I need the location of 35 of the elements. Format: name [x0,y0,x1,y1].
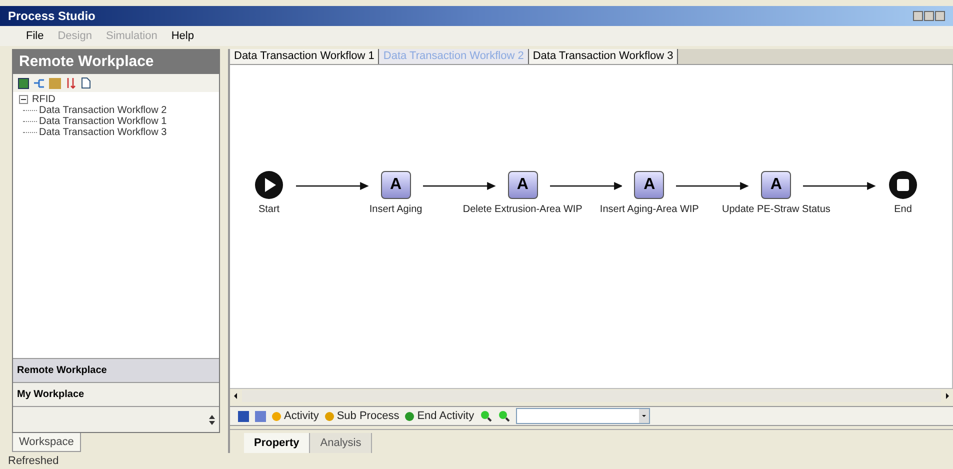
document-tab[interactable]: Data Transaction Workflow 3 [528,49,678,64]
node-label: Delete Extrusion-Area WIP [462,203,582,217]
tree-item[interactable]: RFID [32,94,56,105]
activity-node: A [761,171,792,199]
connect-icon[interactable] [33,78,45,88]
node-label: Insert Aging-Area WIP [600,203,699,217]
overflow-icon[interactable] [209,414,215,424]
toolbar-button[interactable]: End Activity [405,408,474,424]
node-label: Insert Aging [369,203,422,217]
tree-item[interactable]: Data Transaction Workflow 3 [39,127,167,138]
activity-node: A [380,171,411,199]
section-button[interactable]: Remote Workplace [13,358,219,382]
collapse-icon[interactable] [19,95,28,104]
sort-icon[interactable] [65,77,77,89]
menu-item[interactable]: Help [171,28,194,44]
activity-node: A [508,171,538,199]
toolbar-button[interactable]: Activity [272,408,319,424]
node-label: Start [258,203,280,217]
toolbar-button[interactable]: Sub Process [324,408,400,424]
panel-title: Remote Workplace [19,52,154,72]
workspace-tab[interactable]: Workspace [12,433,81,452]
panel-tab[interactable]: Property [244,433,310,453]
status-text: Refreshed [8,454,59,469]
activity-node: A [634,171,664,199]
panel-tab[interactable]: Analysis [310,433,372,453]
document-tab[interactable]: Data Transaction Workflow 1 [230,49,380,64]
section-button[interactable]: My Workplace [13,382,219,406]
new-document-icon[interactable] [81,77,91,89]
menu-item[interactable]: File [26,28,44,44]
node-label: End [894,203,912,217]
node-label: Update PE-Straw Status [722,203,830,217]
zoom-dropdown[interactable] [516,408,650,424]
window-title: Process Studio [8,8,96,25]
tree-item[interactable]: Data Transaction Workflow 2 [39,105,167,116]
tree-item[interactable]: Data Transaction Workflow 1 [39,116,167,127]
